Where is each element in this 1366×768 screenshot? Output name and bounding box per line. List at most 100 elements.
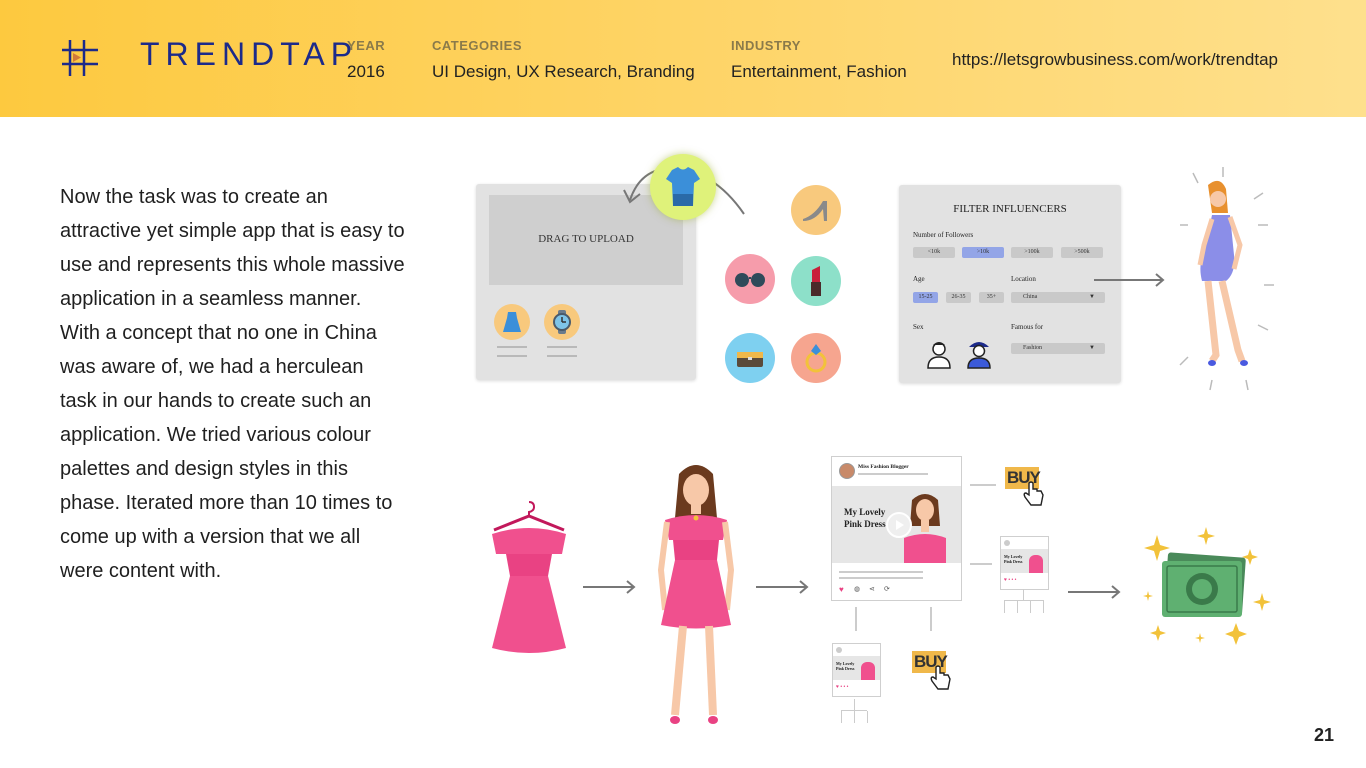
watch-icon [553, 310, 571, 334]
shared-post-card[interactable]: My Lovely Pink Dress ♥ • • • [1000, 536, 1049, 590]
meta-industry-label: INDUSTRY [731, 38, 801, 53]
age-chip-15-25[interactable]: 15-25 [913, 292, 938, 303]
post-headline-line1: My Lovely [844, 507, 886, 517]
thumbnail-caption-lines [497, 346, 527, 357]
heart-icon[interactable]: ♥ • • • [1004, 577, 1016, 583]
tree-connector [841, 699, 868, 723]
purse-icon [737, 352, 763, 367]
post-caption-line [839, 571, 923, 573]
meta-industry-value: Entertainment, Fashion [731, 62, 907, 81]
chevron-down-icon: ▼ [1089, 345, 1095, 351]
influencer-figure-illustration [1179, 167, 1274, 391]
drag-upload-label: DRAG TO UPLOAD [538, 233, 634, 245]
connector-line [930, 607, 932, 631]
age-label: Age [913, 275, 925, 283]
post-author: Miss Fashion Blogger [858, 464, 909, 470]
woman-pink-dress-illustration [657, 465, 735, 724]
sunglasses-item[interactable] [725, 254, 775, 304]
post-headline-line2: Pink Dress [844, 519, 886, 529]
followers-label: Number of Followers [913, 231, 974, 239]
tshirt-icon [666, 167, 700, 206]
famous-for-value: Fashion [1023, 345, 1043, 351]
purse-item[interactable] [725, 333, 775, 383]
arrow-right-icon [756, 580, 809, 594]
shared-post-card[interactable]: My Lovely Pink Dress ♥ • • • [832, 643, 881, 697]
post-subtitle-line [858, 473, 928, 475]
famous-for-select[interactable]: Fashion ▼ [1011, 343, 1105, 354]
ring-icon [805, 344, 827, 373]
age-chip-26-35[interactable]: 26-35 [946, 292, 971, 303]
meta-categories-label: CATEGORIES [432, 38, 522, 53]
meta-year-label: YEAR [347, 38, 386, 53]
heart-icon[interactable]: ♥ [839, 585, 844, 594]
chevron-down-icon: ▼ [1089, 294, 1095, 300]
arrow-right-icon [1094, 273, 1165, 287]
lipstick-item[interactable] [791, 256, 841, 306]
post-media[interactable]: My Lovely Pink Dress [832, 486, 961, 563]
heel-item[interactable] [791, 185, 841, 235]
lipstick-icon [811, 266, 821, 296]
hand-cursor-icon [1023, 481, 1044, 506]
pink-dress-hanger-illustration [492, 501, 566, 653]
filter-influencers-panel: FILTER INFLUENCERS Number of Followers <… [899, 185, 1121, 383]
avatar [839, 463, 855, 479]
trendtap-grid-play-icon [62, 40, 98, 76]
followers-chip-lt10k[interactable]: <10k [913, 247, 955, 258]
meta-industry: INDUSTRY Entertainment, Fashion [731, 38, 907, 82]
heart-icon[interactable]: ♥ • • • [836, 684, 848, 690]
brand-name: TRENDTAP [140, 36, 359, 72]
page-number: 21 [1314, 725, 1335, 745]
famous-for-label: Famous for [1011, 323, 1044, 331]
mini-post-headline: My Lovely Pink Dress [836, 661, 854, 671]
tree-connector [1004, 589, 1044, 615]
followers-chip-gt10k[interactable]: >10k [962, 247, 1004, 258]
mini-portrait [1029, 555, 1043, 573]
post-headline: My Lovely Pink Dress [844, 506, 886, 530]
sunglasses-icon [735, 273, 765, 287]
mini-post-media: My Lovely Pink Dress [833, 656, 880, 680]
description-paragraph: Now the task was to create an attractive… [60, 186, 405, 582]
female-avatar-icon[interactable] [965, 339, 993, 369]
social-post-card[interactable]: Miss Fashion Blogger My Lovely Pink Dres… [831, 456, 962, 601]
play-icon [896, 520, 904, 530]
filter-title: FILTER INFLUENCERS [953, 203, 1067, 215]
meta-year-value: 2016 [347, 62, 385, 81]
location-select[interactable]: China ▼ [1011, 292, 1105, 303]
followers-chip-gt500k[interactable]: >500k [1061, 247, 1103, 258]
money-sparkle-illustration [1143, 527, 1271, 645]
connector-line [970, 484, 996, 486]
meta-year: YEAR 2016 [347, 38, 385, 82]
mini-post-media: My Lovely Pink Dress [1001, 549, 1048, 573]
sex-label: Sex [913, 323, 924, 331]
mini-post-headline-line2: Pink Dress [836, 666, 855, 671]
dress-thumbnail[interactable] [494, 304, 530, 340]
connector-line [855, 607, 857, 631]
ring-item[interactable] [791, 333, 841, 383]
age-chip-35plus[interactable]: 35+ [979, 292, 1004, 303]
avatar [836, 647, 842, 653]
header-bar: TRENDTAP YEAR 2016 CATEGORIES UI Design,… [0, 0, 1366, 117]
share-icon[interactable]: ⋖ [869, 585, 875, 593]
repost-icon[interactable]: ⟳ [884, 585, 890, 593]
tshirt-item-highlight[interactable] [650, 154, 716, 220]
location-value: China [1023, 294, 1038, 300]
meta-categories: CATEGORIES UI Design, UX Research, Brand… [432, 38, 695, 82]
male-avatar-icon[interactable] [925, 339, 953, 369]
mini-post-headline: My Lovely Pink Dress [1004, 554, 1022, 564]
mini-portrait [861, 662, 875, 680]
thumbnail-caption-lines [547, 346, 577, 357]
hand-cursor-icon [930, 665, 951, 690]
arrow-right-icon [583, 580, 636, 594]
followers-chip-gt100k[interactable]: >100k [1011, 247, 1053, 258]
project-url-link[interactable]: https://letsgrowbusiness.com/work/trendt… [952, 50, 1278, 70]
post-caption-line [839, 577, 923, 579]
play-button[interactable] [886, 512, 912, 538]
high-heel-icon [803, 201, 827, 221]
mini-post-headline-line2: Pink Dress [1004, 559, 1023, 564]
arrow-right-icon [1068, 585, 1121, 599]
watch-thumbnail[interactable] [544, 304, 580, 340]
dress-icon [503, 312, 521, 332]
meta-categories-value: UI Design, UX Research, Branding [432, 62, 695, 81]
avatar [1004, 540, 1010, 546]
comment-icon[interactable]: ◍ [854, 585, 860, 593]
